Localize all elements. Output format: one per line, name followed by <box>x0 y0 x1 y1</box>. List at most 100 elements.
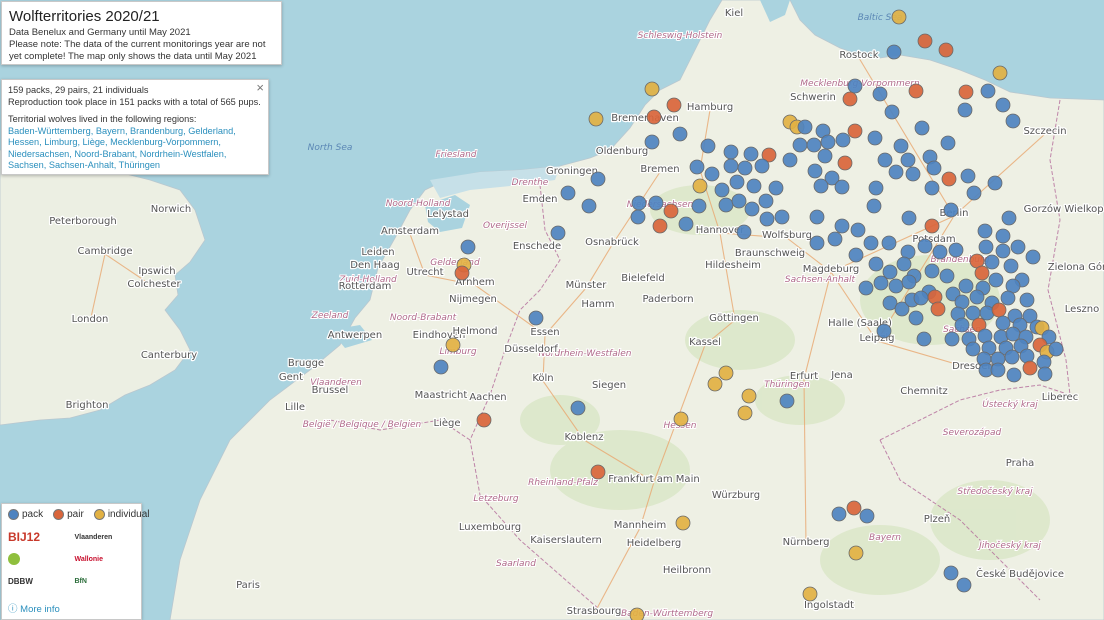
pack-marker[interactable] <box>926 160 942 176</box>
logo-bij12[interactable]: BIJ12 <box>8 528 69 546</box>
pack-marker[interactable] <box>956 577 972 593</box>
pack-marker[interactable] <box>966 185 982 201</box>
pack-marker[interactable] <box>630 209 646 225</box>
pack-marker[interactable] <box>718 197 734 213</box>
pack-marker[interactable] <box>884 104 900 120</box>
pack-marker[interactable] <box>876 323 892 339</box>
pack-marker[interactable] <box>916 331 932 347</box>
individual-marker[interactable] <box>588 111 604 127</box>
pack-marker[interactable] <box>779 393 795 409</box>
individual-marker[interactable] <box>707 376 723 392</box>
individual-marker[interactable] <box>737 405 753 421</box>
pair-marker[interactable] <box>846 500 862 516</box>
pack-marker[interactable] <box>995 315 1011 331</box>
pack-marker[interactable] <box>1004 349 1020 365</box>
pack-marker[interactable] <box>689 159 705 175</box>
pack-marker[interactable] <box>746 178 762 194</box>
pair-marker[interactable] <box>842 91 858 107</box>
pack-marker[interactable] <box>1025 249 1041 265</box>
individual-marker[interactable] <box>692 178 708 194</box>
pack-marker[interactable] <box>881 235 897 251</box>
pack-marker[interactable] <box>714 182 730 198</box>
pack-marker[interactable] <box>723 158 739 174</box>
pack-marker[interactable] <box>924 263 940 279</box>
pack-marker[interactable] <box>868 180 884 196</box>
pack-marker[interactable] <box>1005 326 1021 342</box>
pack-marker[interactable] <box>835 132 851 148</box>
pack-marker[interactable] <box>917 238 933 254</box>
pack-marker[interactable] <box>888 164 904 180</box>
individual-marker[interactable] <box>848 545 864 561</box>
pack-marker[interactable] <box>866 198 882 214</box>
pair-marker[interactable] <box>991 302 1007 318</box>
pack-marker[interactable] <box>965 341 981 357</box>
pack-marker[interactable] <box>939 268 955 284</box>
pack-marker[interactable] <box>754 158 770 174</box>
pack-marker[interactable] <box>1000 290 1016 306</box>
pack-marker[interactable] <box>872 86 888 102</box>
pack-marker[interactable] <box>550 225 566 241</box>
pair-marker[interactable] <box>958 84 974 100</box>
individual-marker[interactable] <box>445 337 461 353</box>
pack-marker[interactable] <box>867 130 883 146</box>
pack-marker[interactable] <box>978 239 994 255</box>
pack-marker[interactable] <box>570 400 586 416</box>
pack-marker[interactable] <box>990 362 1006 378</box>
pack-marker[interactable] <box>704 166 720 182</box>
pack-marker[interactable] <box>831 506 847 522</box>
pack-marker[interactable] <box>1001 210 1017 226</box>
pack-marker[interactable] <box>995 97 1011 113</box>
pack-marker[interactable] <box>700 138 716 154</box>
pack-marker[interactable] <box>877 152 893 168</box>
pack-marker[interactable] <box>817 148 833 164</box>
pack-marker[interactable] <box>631 195 647 211</box>
pack-marker[interactable] <box>809 209 825 225</box>
pack-marker[interactable] <box>873 275 889 291</box>
pair-marker[interactable] <box>917 33 933 49</box>
pair-marker[interactable] <box>590 464 606 480</box>
pack-marker[interactable] <box>820 134 836 150</box>
individual-marker[interactable] <box>741 388 757 404</box>
pack-marker[interactable] <box>859 508 875 524</box>
pack-marker[interactable] <box>863 235 879 251</box>
pair-marker[interactable] <box>646 109 662 125</box>
pack-marker[interactable] <box>743 146 759 162</box>
pack-marker[interactable] <box>723 144 739 160</box>
pack-marker[interactable] <box>1010 239 1026 255</box>
pack-marker[interactable] <box>807 163 823 179</box>
pack-marker[interactable] <box>958 278 974 294</box>
pack-marker[interactable] <box>590 171 606 187</box>
pack-marker[interactable] <box>850 222 866 238</box>
individual-marker[interactable] <box>629 607 645 620</box>
pack-marker[interactable] <box>528 310 544 326</box>
pack-marker[interactable] <box>932 244 948 260</box>
individual-marker[interactable] <box>992 65 1008 81</box>
pack-marker[interactable] <box>957 102 973 118</box>
pair-marker[interactable] <box>924 218 940 234</box>
pair-marker[interactable] <box>476 412 492 428</box>
regions-list[interactable]: Baden-Württemberg, Bayern, Brandenburg, … <box>8 126 262 172</box>
pack-marker[interactable] <box>995 243 1011 259</box>
pair-marker[interactable] <box>666 97 682 113</box>
logo-bfn[interactable]: BfN <box>75 572 136 590</box>
pack-marker[interactable] <box>1005 113 1021 129</box>
pack-marker[interactable] <box>913 290 929 306</box>
pair-marker[interactable] <box>974 265 990 281</box>
pack-marker[interactable] <box>581 198 597 214</box>
pack-marker[interactable] <box>908 310 924 326</box>
pack-marker[interactable] <box>858 280 874 296</box>
pack-marker[interactable] <box>988 272 1004 288</box>
individual-marker[interactable] <box>644 81 660 97</box>
pack-marker[interactable] <box>954 317 970 333</box>
pack-marker[interactable] <box>834 179 850 195</box>
pack-marker[interactable] <box>969 289 985 305</box>
pack-marker[interactable] <box>834 218 850 234</box>
pack-marker[interactable] <box>943 565 959 581</box>
pack-marker[interactable] <box>901 274 917 290</box>
pack-marker[interactable] <box>806 137 822 153</box>
pack-marker[interactable] <box>1048 341 1064 357</box>
pack-marker[interactable] <box>433 359 449 375</box>
pack-marker[interactable] <box>759 211 775 227</box>
pack-marker[interactable] <box>848 247 864 263</box>
pack-marker[interactable] <box>987 175 1003 191</box>
